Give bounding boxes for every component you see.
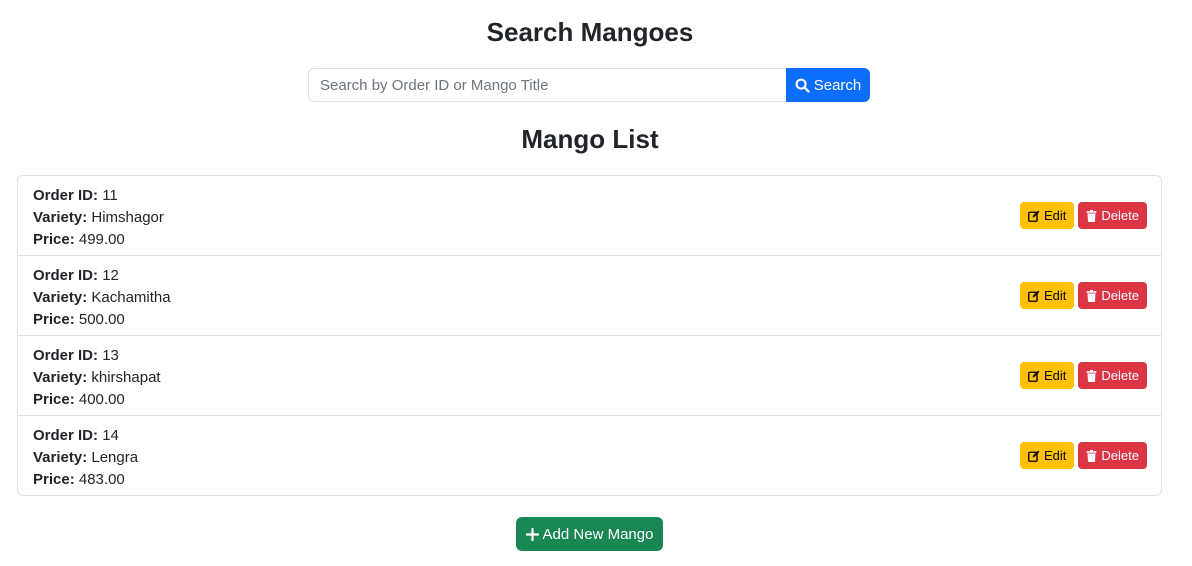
add-new-mango-button[interactable]: Add New Mango [516, 517, 663, 551]
trash-icon [1086, 289, 1097, 302]
price-value: 400.00 [78, 391, 125, 408]
delete-button-label: Delete [1101, 448, 1139, 463]
order-id-label: Order ID: [33, 267, 99, 284]
order-id-row: Order ID: 14 [33, 425, 1161, 447]
trash-icon [1086, 209, 1097, 222]
edit-icon [1028, 450, 1040, 462]
edit-button-label: Edit [1044, 288, 1067, 303]
delete-button-label: Delete [1101, 288, 1139, 303]
edit-icon [1028, 370, 1040, 382]
variety-value: Lengra [91, 449, 139, 466]
variety-label: Variety: [33, 289, 88, 306]
price-value: 499.00 [78, 231, 125, 248]
variety-value: khirshapat [91, 369, 161, 386]
list-item: Order ID: 14 Variety: Lengra Price: 483.00… [18, 416, 1161, 495]
order-id-value: 12 [102, 267, 119, 284]
item-actions: Edit Delete [1020, 442, 1147, 469]
edit-icon [1028, 290, 1040, 302]
variety-label: Variety: [33, 369, 88, 386]
delete-button-label: Delete [1101, 208, 1139, 223]
price-row: Price: 500.00 [33, 309, 1161, 331]
order-id-label: Order ID: [33, 427, 99, 444]
variety-row: Variety: Lengra [33, 447, 1161, 469]
add-new-mango-label: Add New Mango [542, 525, 654, 543]
list-item: Order ID: 11 Variety: Himshagor Price: 499… [18, 176, 1161, 256]
list-item: Order ID: 12 Variety: Kachamitha Price: 50… [18, 256, 1161, 336]
variety-row: Variety: Himshagor [33, 207, 1161, 229]
price-value: 500.00 [78, 311, 125, 328]
price-value: 483.00 [78, 471, 125, 488]
order-id-value: 13 [102, 347, 119, 364]
trash-icon [1086, 369, 1097, 382]
order-id-row: Order ID: 13 [33, 345, 1161, 367]
trash-icon [1086, 449, 1097, 462]
mango-list: Order ID: 11 Variety: Himshagor Price: 499… [17, 175, 1162, 496]
order-id-label: Order ID: [33, 347, 99, 364]
search-button[interactable]: Search [786, 68, 870, 102]
price-row: Price: 499.00 [33, 229, 1161, 251]
edit-button[interactable]: Edit [1020, 442, 1075, 469]
variety-value: Kachamitha [91, 289, 171, 306]
plus-icon [525, 527, 539, 541]
edit-button[interactable]: Edit [1020, 362, 1075, 389]
edit-button-label: Edit [1044, 208, 1067, 223]
edit-button[interactable]: Edit [1020, 282, 1075, 309]
variety-row: Variety: Kachamitha [33, 287, 1161, 309]
price-row: Price: 400.00 [33, 389, 1161, 411]
item-actions: Edit Delete [1020, 282, 1147, 309]
search-input[interactable] [308, 68, 786, 102]
search-icon [795, 78, 810, 93]
page-title: Search Mangoes [486, 17, 694, 47]
list-title: Mango List [521, 124, 659, 154]
price-row: Price: 483.00 [33, 469, 1161, 491]
price-label: Price: [33, 231, 75, 248]
variety-value: Himshagor [91, 209, 164, 226]
edit-button-label: Edit [1044, 368, 1067, 383]
delete-button-label: Delete [1101, 368, 1139, 383]
item-actions: Edit Delete [1020, 202, 1147, 229]
price-label: Price: [33, 471, 75, 488]
variety-row: Variety: khirshapat [33, 367, 1161, 389]
delete-button[interactable]: Delete [1078, 202, 1147, 229]
variety-label: Variety: [33, 209, 88, 226]
variety-label: Variety: [33, 449, 88, 466]
edit-button[interactable]: Edit [1020, 202, 1075, 229]
order-id-row: Order ID: 12 [33, 265, 1161, 287]
order-id-value: 14 [102, 427, 119, 444]
order-id-label: Order ID: [33, 187, 99, 204]
price-label: Price: [33, 311, 75, 328]
item-actions: Edit Delete [1020, 362, 1147, 389]
search-button-label: Search [813, 76, 862, 94]
edit-icon [1028, 210, 1040, 222]
list-item: Order ID: 13 Variety: khirshapat Price: 40… [18, 336, 1161, 416]
search-bar: Search [308, 68, 870, 102]
delete-button[interactable]: Delete [1078, 282, 1147, 309]
order-id-value: 11 [102, 187, 118, 204]
delete-button[interactable]: Delete [1078, 442, 1147, 469]
delete-button[interactable]: Delete [1078, 362, 1147, 389]
price-label: Price: [33, 391, 75, 408]
edit-button-label: Edit [1044, 448, 1067, 463]
order-id-row: Order ID: 11 [33, 185, 1161, 207]
